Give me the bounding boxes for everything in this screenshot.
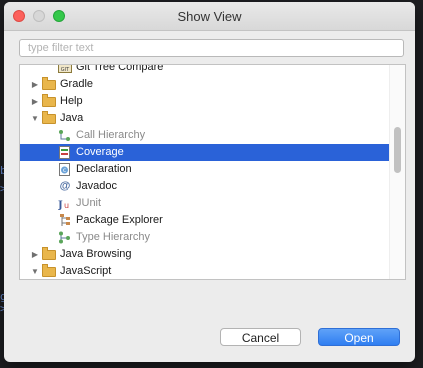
tree-item-label: Package Explorer — [76, 214, 163, 226]
tree-scrollbar[interactable] — [389, 65, 405, 279]
folder-icon — [42, 94, 56, 108]
tree-item-type-hierarchy[interactable]: Type Hierarchy — [20, 229, 389, 246]
tree-item-label: JUnit — [76, 197, 102, 209]
tree-item-label: Help — [60, 95, 83, 107]
folder-icon — [42, 77, 56, 91]
svg-text:u: u — [64, 201, 69, 210]
folder-open-icon — [42, 264, 56, 278]
tree-item-label: Git Tree Compare — [76, 64, 164, 73]
filter-input[interactable] — [19, 39, 404, 57]
cancel-button[interactable]: Cancel — [220, 328, 301, 346]
tree-item-coverage[interactable]: Coverage — [20, 144, 389, 161]
tree-item-label: Coverage — [76, 146, 124, 158]
tree-item-label: Gradle — [60, 78, 94, 90]
tree-item-label: Javadoc — [76, 180, 117, 192]
svg-text:GIT: GIT — [61, 67, 70, 73]
show-view-dialog: Show View GIT Git Tree Compare ▶ Gradle … — [4, 2, 415, 362]
tree-item-label: JavaScript — [60, 265, 112, 277]
tree-item-gradle[interactable]: ▶ Gradle — [20, 76, 389, 93]
chevron-right-icon[interactable]: ▶ — [30, 76, 40, 93]
coverage-icon — [58, 146, 72, 159]
svg-text:c: c — [63, 167, 66, 174]
tree-item-label: Java Browsing — [60, 248, 132, 260]
chevron-right-icon[interactable]: ▶ — [30, 246, 40, 263]
view-tree: GIT Git Tree Compare ▶ Gradle ▶ Help ▼ J… — [19, 64, 406, 280]
chevron-down-icon[interactable]: ▼ — [30, 263, 40, 279]
chevron-down-icon[interactable]: ▼ — [30, 110, 40, 127]
git-tree-compare-icon: GIT — [58, 65, 72, 74]
tree-item-label: Declaration — [76, 163, 132, 175]
tree-item-label: Java — [60, 112, 84, 124]
folder-icon — [42, 247, 56, 261]
open-button[interactable]: Open — [318, 328, 400, 346]
tree-item-label: Type Hierarchy — [76, 231, 150, 243]
tree-item-git-tree-compare[interactable]: GIT Git Tree Compare — [20, 64, 389, 76]
call-hierarchy-icon — [58, 129, 72, 142]
tree-item-java-browsing[interactable]: ▶ Java Browsing — [20, 246, 389, 263]
folder-open-icon — [42, 111, 56, 125]
junit-icon: Ju — [57, 197, 72, 211]
tree-item-package-explorer[interactable]: Package Explorer — [20, 212, 389, 229]
scrollbar-thumb[interactable] — [394, 127, 401, 173]
tree-item-javadoc[interactable]: @ Javadoc — [20, 178, 389, 195]
chevron-right-icon[interactable]: ▶ — [30, 93, 40, 110]
tree-item-java[interactable]: ▼ Java — [20, 110, 389, 127]
declaration-icon: c — [58, 163, 72, 176]
tree-item-label: Call Hierarchy — [76, 129, 146, 141]
tree-item-declaration[interactable]: c Declaration — [20, 161, 389, 178]
tree-item-javascript[interactable]: ▼ JavaScript — [20, 263, 389, 279]
tree-item-junit[interactable]: Ju JUnit — [20, 195, 389, 212]
tree-item-call-hierarchy[interactable]: Call Hierarchy — [20, 127, 389, 144]
tree-item-help[interactable]: ▶ Help — [20, 93, 389, 110]
package-explorer-icon — [58, 214, 72, 227]
title-bar: Show View — [4, 2, 415, 31]
dialog-title: Show View — [177, 9, 242, 24]
javadoc-icon: @ — [59, 180, 71, 192]
type-hierarchy-icon — [58, 231, 72, 244]
svg-text:J: J — [58, 200, 63, 210]
